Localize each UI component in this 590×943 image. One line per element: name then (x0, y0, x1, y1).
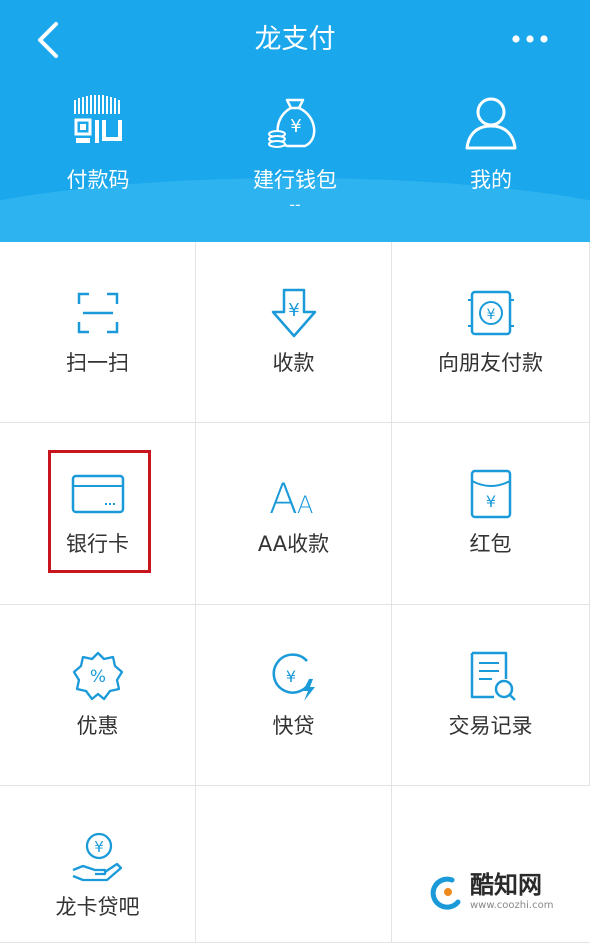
grid-item-label: 快贷 (272, 714, 315, 738)
grid-item-empty (392, 786, 590, 943)
qr-pay-icon (74, 95, 122, 143)
grid-item-aa-receive[interactable]: A A AA收款 (196, 423, 392, 605)
aa-icon: A A (269, 474, 313, 521)
grid-item-label: 扫一扫 (66, 351, 129, 375)
grid-item-pay-friend[interactable]: ¥ 向朋友付款 (392, 242, 590, 423)
dragon-card-loan-icon: ¥ (72, 832, 122, 882)
feature-grid: 扫一扫 ¥ 收款 ¥ 向朋友付款 银行卡 A A AA收款 ¥ 红包 % 优惠 … (0, 242, 590, 943)
coozhi-logo-icon (430, 876, 461, 910)
grid-item-transactions[interactable]: 交易记录 (392, 605, 590, 786)
quick-loan-icon: ¥ (272, 653, 315, 701)
svg-text:¥: ¥ (285, 667, 295, 686)
grid-item-label: 收款 (272, 351, 315, 375)
grid-item-label: 向朋友付款 (438, 351, 543, 375)
svg-text:¥: ¥ (290, 116, 301, 137)
grid-item-dragon-card-loan[interactable]: ¥ 龙卡贷吧 (0, 786, 196, 943)
svg-text:¥: ¥ (486, 307, 495, 323)
grid-item-scan[interactable]: 扫一扫 (0, 242, 196, 423)
svg-text:A: A (297, 491, 313, 519)
grid-item-red-packet[interactable]: ¥ 红包 (392, 423, 590, 605)
money-bag-icon: ¥ (268, 98, 316, 148)
svg-text:¥: ¥ (485, 492, 495, 511)
grid-item-label: 交易记录 (448, 714, 533, 738)
page-title: 龙支付 (254, 24, 336, 55)
grid-item-label: 优惠 (76, 714, 119, 738)
red-packet-icon: ¥ (470, 469, 511, 519)
wallet-balance: -- (289, 195, 301, 214)
grid-item-receive[interactable]: ¥ 收款 (196, 242, 392, 423)
transfer-friend-icon: ¥ (467, 290, 514, 336)
quick-action-label: 建行钱包 (253, 168, 337, 192)
header-banner: 龙支付 付款码 ¥ 建行钱包 -- 我的 (0, 0, 590, 242)
more-dots-icon[interactable] (508, 24, 552, 54)
quick-action-wallet[interactable]: ¥ 建行钱包 -- (200, 92, 390, 214)
grid-item-label: AA收款 (257, 532, 330, 556)
watermark: 酷知网 www.coozhi.com (430, 870, 580, 916)
grid-item-label: 红包 (469, 532, 512, 556)
user-icon (465, 97, 517, 150)
grid-item-empty (196, 786, 392, 943)
grid-item-quick-loan[interactable]: ¥ 快贷 (196, 605, 392, 786)
svg-text:¥: ¥ (94, 838, 104, 856)
receive-icon: ¥ (271, 288, 316, 338)
quick-action-mine[interactable]: 我的 (396, 92, 586, 194)
quick-action-label: 我的 (470, 168, 512, 192)
svg-text:¥: ¥ (288, 300, 299, 321)
grid-item-discount[interactable]: % 优惠 (0, 605, 196, 786)
highlight-box (48, 450, 151, 573)
watermark-name: 酷知网 (470, 871, 542, 899)
quick-action-label: 付款码 (66, 168, 130, 192)
quick-action-pay-code[interactable]: 付款码 (3, 92, 193, 194)
watermark-url: www.coozhi.com (470, 900, 554, 911)
transaction-record-icon (470, 651, 516, 701)
grid-item-label: 龙卡贷吧 (55, 895, 140, 919)
svg-text:A: A (269, 474, 298, 521)
svg-text:%: % (89, 667, 105, 687)
discount-icon: % (72, 651, 123, 701)
scan-icon (77, 292, 118, 334)
